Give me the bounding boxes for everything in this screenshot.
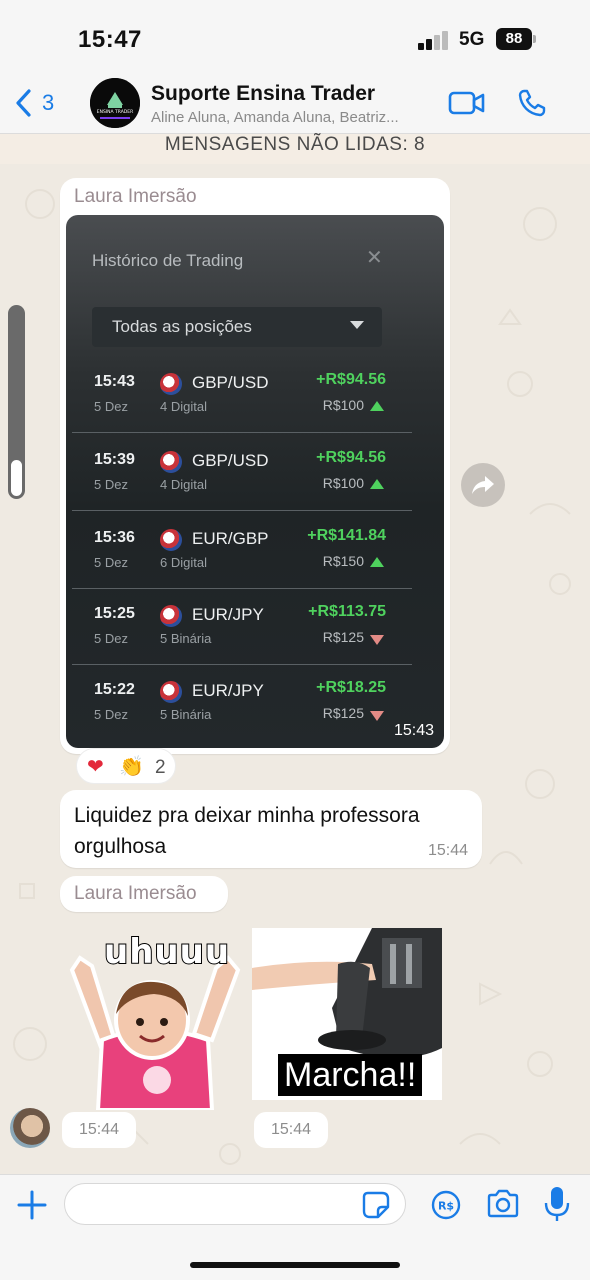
message-time: 15:43 (393, 722, 434, 739)
chevron-left-icon (16, 89, 31, 117)
payment-icon[interactable]: R$ (430, 1189, 462, 1221)
trade-date: 5 Dez (94, 399, 128, 414)
trade-profit: +R$18.25 (316, 679, 386, 696)
camera-icon[interactable] (486, 1189, 520, 1219)
sender-name[interactable]: Laura Imersão (74, 186, 197, 208)
trade-profit: +R$141.84 (307, 527, 386, 544)
unread-messages-banner: MENSAGENS NÃO LIDAS: 8 (0, 134, 590, 164)
sticker-caption: Marcha!! (278, 1054, 423, 1096)
trade-type: 5 Binária (160, 707, 212, 722)
plus-icon[interactable] (16, 1189, 48, 1221)
currency-flag-icon (160, 605, 182, 627)
text-message[interactable]: Liquidez pra deixar minha professora org… (60, 790, 482, 868)
trade-date: 5 Dez (94, 555, 128, 570)
trade-type: 5 Binária (160, 631, 212, 646)
trade-amount: R$100 (322, 397, 364, 413)
status-bar: 15:47 5G 88 (0, 0, 590, 72)
trade-profit: +R$94.56 (316, 449, 386, 466)
message-time: 15:44 (62, 1112, 136, 1148)
svg-text:R$: R$ (438, 1200, 454, 1213)
trade-type: 4 Digital (160, 399, 207, 414)
trade-row: 15:39 5 Dez GBP/USD 4 Digital +R$94.56 R… (72, 435, 412, 511)
trade-type: 6 Digital (160, 555, 207, 570)
message-text: Liquidez pra deixar minha professora org… (74, 804, 420, 858)
share-arrow-icon (472, 476, 494, 494)
group-members[interactable]: Aline Aluna, Amanda Aluna, Beatriz... (151, 109, 441, 126)
heart-reaction-icon: ❤ (87, 756, 104, 778)
trade-row: 15:25 5 Dez EUR/JPY 5 Binária +R$113.75 … (72, 589, 412, 665)
group-title[interactable]: Suporte Ensina Trader (151, 82, 375, 106)
message-input[interactable] (64, 1183, 406, 1225)
positions-filter: Todas as posições (92, 307, 382, 347)
ensina-trader-logo: ENSINA TRADER (90, 78, 140, 128)
trading-history-photo[interactable]: Histórico de Trading ✕ Todas as posições… (66, 215, 444, 748)
arrow-up-icon (370, 557, 384, 567)
group-avatar[interactable]: ENSINA TRADER (90, 78, 140, 128)
trade-amount: R$150 (322, 553, 364, 569)
battery-icon: 88 (496, 28, 536, 50)
sticker-caption: uhuuu (103, 931, 231, 973)
trade-time: 15:25 (94, 605, 135, 622)
phone-icon[interactable] (517, 88, 547, 118)
arrow-up-icon (370, 479, 384, 489)
trade-amount: R$125 (322, 629, 364, 645)
trading-history-title: Histórico de Trading (92, 251, 244, 270)
reactions-pill[interactable]: ❤ 👏 2 (76, 748, 176, 784)
home-indicator[interactable] (190, 1262, 400, 1268)
arrow-down-icon (370, 711, 384, 721)
currency-flag-icon (160, 529, 182, 551)
scroll-indicator[interactable] (8, 305, 25, 499)
image-message[interactable]: Laura Imersão Histórico de Trading ✕ Tod… (60, 178, 450, 754)
trade-time: 15:22 (94, 681, 135, 698)
sticker-icon[interactable] (362, 1191, 390, 1219)
trade-row: 15:22 5 Dez EUR/JPY 5 Binária +R$18.25 R… (72, 665, 412, 741)
arrow-up-icon (370, 401, 384, 411)
caret-down-icon (350, 321, 364, 329)
sender-tag[interactable]: Laura Imersão (60, 876, 228, 912)
trade-time: 15:39 (94, 451, 135, 468)
clap-reaction-icon: 👏 (119, 756, 144, 778)
trade-pair: EUR/JPY (192, 605, 264, 624)
trade-amount: R$100 (322, 475, 364, 491)
battery-level: 88 (496, 28, 532, 50)
forward-button[interactable] (461, 463, 505, 507)
trade-row: 15:36 5 Dez EUR/GBP 6 Digital +R$141.84 … (72, 513, 412, 589)
status-time: 15:47 (78, 26, 142, 53)
trade-time: 15:36 (94, 529, 135, 546)
sender-avatar[interactable] (10, 1108, 50, 1148)
trade-pair: GBP/USD (192, 373, 269, 392)
trade-row: 15:43 5 Dez GBP/USD 4 Digital +R$94.56 R… (72, 357, 412, 433)
chat-header: 3 ENSINA TRADER Suporte Ensina Trader Al… (0, 72, 590, 134)
trade-date: 5 Dez (94, 631, 128, 646)
positions-filter-label: Todas as posições (112, 317, 252, 336)
signal-icon (418, 30, 450, 50)
svg-text:ENSINA TRADER: ENSINA TRADER (97, 109, 133, 115)
sender-name[interactable]: Laura Imersão (74, 883, 197, 905)
trade-pair: GBP/USD (192, 451, 269, 470)
currency-flag-icon (160, 681, 182, 703)
network-label: 5G (459, 29, 485, 50)
trade-profit: +R$113.75 (308, 603, 386, 620)
trade-time: 15:43 (94, 373, 135, 390)
microphone-icon[interactable] (544, 1185, 570, 1223)
trade-date: 5 Dez (94, 707, 128, 722)
trade-amount: R$125 (322, 705, 364, 721)
trade-date: 5 Dez (94, 477, 128, 492)
close-icon: ✕ (366, 247, 383, 269)
back-button[interactable]: 3 (14, 86, 54, 120)
currency-flag-icon (160, 373, 182, 395)
trade-type: 4 Digital (160, 477, 207, 492)
video-call-icon[interactable] (448, 90, 486, 116)
unread-chats-count: 3 (42, 90, 55, 115)
trade-profit: +R$94.56 (316, 371, 386, 388)
arrow-down-icon (370, 635, 384, 645)
currency-flag-icon (160, 451, 182, 473)
message-time: 15:44 (427, 842, 468, 859)
trade-pair: EUR/JPY (192, 681, 264, 700)
reaction-count: 2 (155, 757, 166, 778)
message-time: 15:44 (254, 1112, 328, 1148)
trade-pair: EUR/GBP (192, 529, 269, 548)
